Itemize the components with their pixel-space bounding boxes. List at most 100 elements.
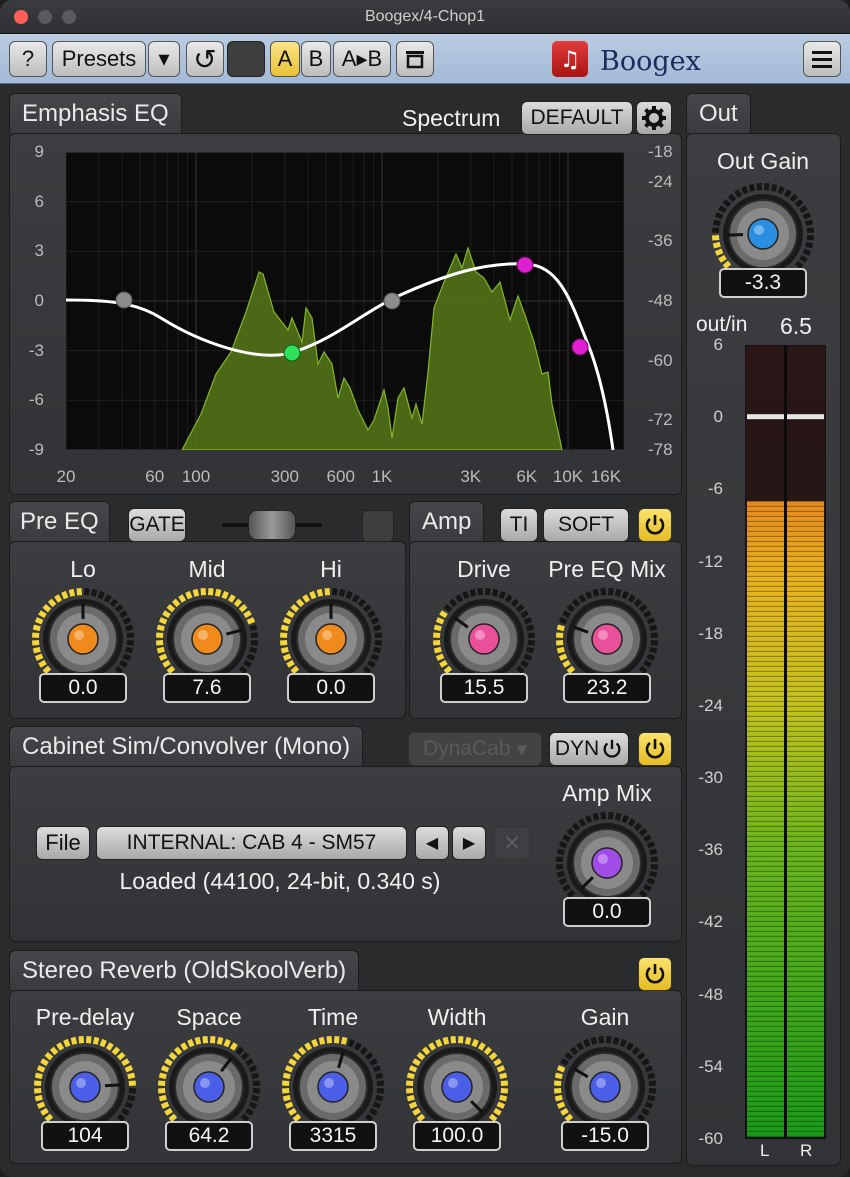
meter-channel-r: R <box>800 1141 813 1160</box>
eq-frequency-tick: 300 <box>270 467 299 486</box>
reverb-knob-0-label: Pre-delay <box>35 1004 135 1030</box>
presets-dropdown-button[interactable]: ▾ <box>148 41 180 77</box>
ir-loaded-info: Loaded (44100, 24-bit, 0.340 s) <box>119 868 441 894</box>
a-button[interactable]: A <box>270 41 300 77</box>
out-gain-label: Out Gain <box>716 148 810 174</box>
redo-button[interactable] <box>227 41 265 77</box>
tab-reverb: Stereo Reverb (OldSkoolVerb) <box>9 950 360 990</box>
eq-spectrum-tick: -36 <box>648 231 673 251</box>
presets-button[interactable]: Presets <box>52 41 146 77</box>
ti-button[interactable]: TI <box>500 508 538 542</box>
reverb-knob-1-value[interactable]: 64.2 <box>165 1121 253 1151</box>
eq-spectrum-tick: -72 <box>648 410 673 430</box>
undo-button[interactable]: ↺ <box>186 41 224 77</box>
eq-gain-tick: -9 <box>28 440 44 459</box>
copy-a-to-b-button[interactable]: A▸B <box>333 41 391 77</box>
eq-settings-button[interactable] <box>636 101 672 135</box>
eq-spectrum-tick: -18 <box>648 142 673 161</box>
file-button[interactable]: File <box>36 826 90 860</box>
amp-knob-0-value[interactable]: 15.5 <box>440 673 528 703</box>
eq-node-low-shelf[interactable] <box>115 291 133 309</box>
pre-eq-switch[interactable] <box>248 510 296 540</box>
panel-icon <box>406 51 424 69</box>
eq-gain-tick: 0 <box>34 291 44 310</box>
boogex-logo: ♫ <box>552 41 588 77</box>
eq-spectrum-tick: -48 <box>648 291 673 310</box>
b-button[interactable]: B <box>301 41 331 77</box>
toggle-compact-button[interactable] <box>396 41 434 77</box>
title-bar: Boogex/4-Chop1 <box>0 0 850 34</box>
pre-eq-mid-knob-label: Mid <box>188 556 226 582</box>
eq-node-high-mid[interactable] <box>516 256 534 274</box>
meter-scale-tick: 0 <box>713 407 723 427</box>
meter-scale-tick: -42 <box>698 912 723 932</box>
pre-eq-toggle[interactable] <box>362 510 394 542</box>
eq-node-low-mid[interactable] <box>283 344 301 362</box>
eq-spectrum-tick: -78 <box>648 440 673 459</box>
arrow-left-icon: ◀ <box>425 835 439 852</box>
ir-name-display[interactable]: INTERNAL: CAB 4 - SM57 <box>96 826 407 860</box>
eq-spectrum-tick: -60 <box>648 350 673 370</box>
pre-eq-lo-knob-label: Lo <box>70 556 96 582</box>
eq-gain-tick: 9 <box>34 142 44 161</box>
prev-ir-button[interactable]: ◀ <box>415 826 449 860</box>
eq-node-mid[interactable] <box>383 292 401 310</box>
soft-button[interactable]: SOFT <box>543 508 629 542</box>
close-icon: ✕ <box>503 831 521 855</box>
tab-cabinet: Cabinet Sim/Convolver (Mono) <box>9 726 364 766</box>
gate-button[interactable]: GATE <box>128 508 186 542</box>
amp-knob-1-label: Pre EQ Mix <box>548 556 666 582</box>
amp-mix-knob-value[interactable]: 0.0 <box>563 897 651 927</box>
pre-eq-hi-knob-label: Hi <box>320 556 342 582</box>
plugin-window: Boogex/4-Chop1 ? Presets ▾ ↺ A B A▸B Boo… <box>0 0 850 1177</box>
tab-amp: Amp <box>409 501 485 541</box>
reverb-knob-3-value[interactable]: 100.0 <box>413 1121 501 1151</box>
eq-graph[interactable] <box>66 152 624 450</box>
eq-gain-tick: -6 <box>28 390 44 410</box>
power-icon <box>645 739 665 759</box>
cab-power-button[interactable] <box>638 732 672 766</box>
chevron-down-icon: ▾ <box>158 46 170 71</box>
eq-node-high-cut[interactable] <box>571 338 589 356</box>
out-in-value: 6.5 <box>780 313 812 339</box>
eq-frequency-tick: 100 <box>181 467 211 486</box>
pre-eq-mid-knob-value[interactable]: 7.6 <box>163 673 251 703</box>
menu-button[interactable] <box>803 41 841 77</box>
amp-knob-0-label: Drive <box>457 556 511 582</box>
reverb-knob-4-value[interactable]: -15.0 <box>561 1121 649 1151</box>
out-in-label: out/in <box>696 313 748 336</box>
meter-scale-tick: -36 <box>698 840 723 860</box>
eq-gain-tick: 3 <box>34 241 44 261</box>
meter-scale-tick: -48 <box>698 984 723 1004</box>
reverb-knob-0-value[interactable]: 104 <box>41 1121 129 1151</box>
amp-knob-1-value[interactable]: 23.2 <box>563 673 651 703</box>
reverb-knob-2-value[interactable]: 3315 <box>289 1121 377 1151</box>
hamburger-icon <box>812 51 832 68</box>
clear-ir-button[interactable]: ✕ <box>494 826 530 860</box>
dyn-button[interactable]: DYN <box>549 732 629 766</box>
meter-scale-tick: -30 <box>698 768 723 788</box>
gear-icon <box>642 106 666 130</box>
default-button[interactable]: DEFAULT <box>521 101 633 135</box>
meter-scale-tick: 6 <box>713 335 723 354</box>
output-meter <box>745 345 826 1139</box>
eq-spectrum-tick: -24 <box>648 171 673 191</box>
dynacab-dropdown[interactable]: DynaCab ▾ <box>408 732 542 766</box>
amp-power-button[interactable] <box>638 508 672 542</box>
power-icon <box>645 515 665 535</box>
meter-scale-tick: -6 <box>707 479 723 499</box>
meter-scale-tick: -60 <box>698 1129 723 1148</box>
eq-gain-tick: 6 <box>34 191 44 211</box>
meter-scale-tick: -54 <box>698 1056 723 1076</box>
eq-frequency-tick: 20 <box>56 467 76 486</box>
meter-peak-right <box>787 414 824 420</box>
help-button[interactable]: ? <box>9 41 47 77</box>
power-icon <box>645 964 665 984</box>
eq-gain-tick: -3 <box>28 340 44 360</box>
next-ir-button[interactable]: ▶ <box>452 826 486 860</box>
out-gain-knob-value[interactable]: -3.3 <box>719 268 807 298</box>
pre-eq-hi-knob-value[interactable]: 0.0 <box>287 673 375 703</box>
reverb-power-button[interactable] <box>638 957 672 991</box>
pre-eq-lo-knob-value[interactable]: 0.0 <box>39 673 127 703</box>
meter-scale-tick: -18 <box>698 623 723 643</box>
